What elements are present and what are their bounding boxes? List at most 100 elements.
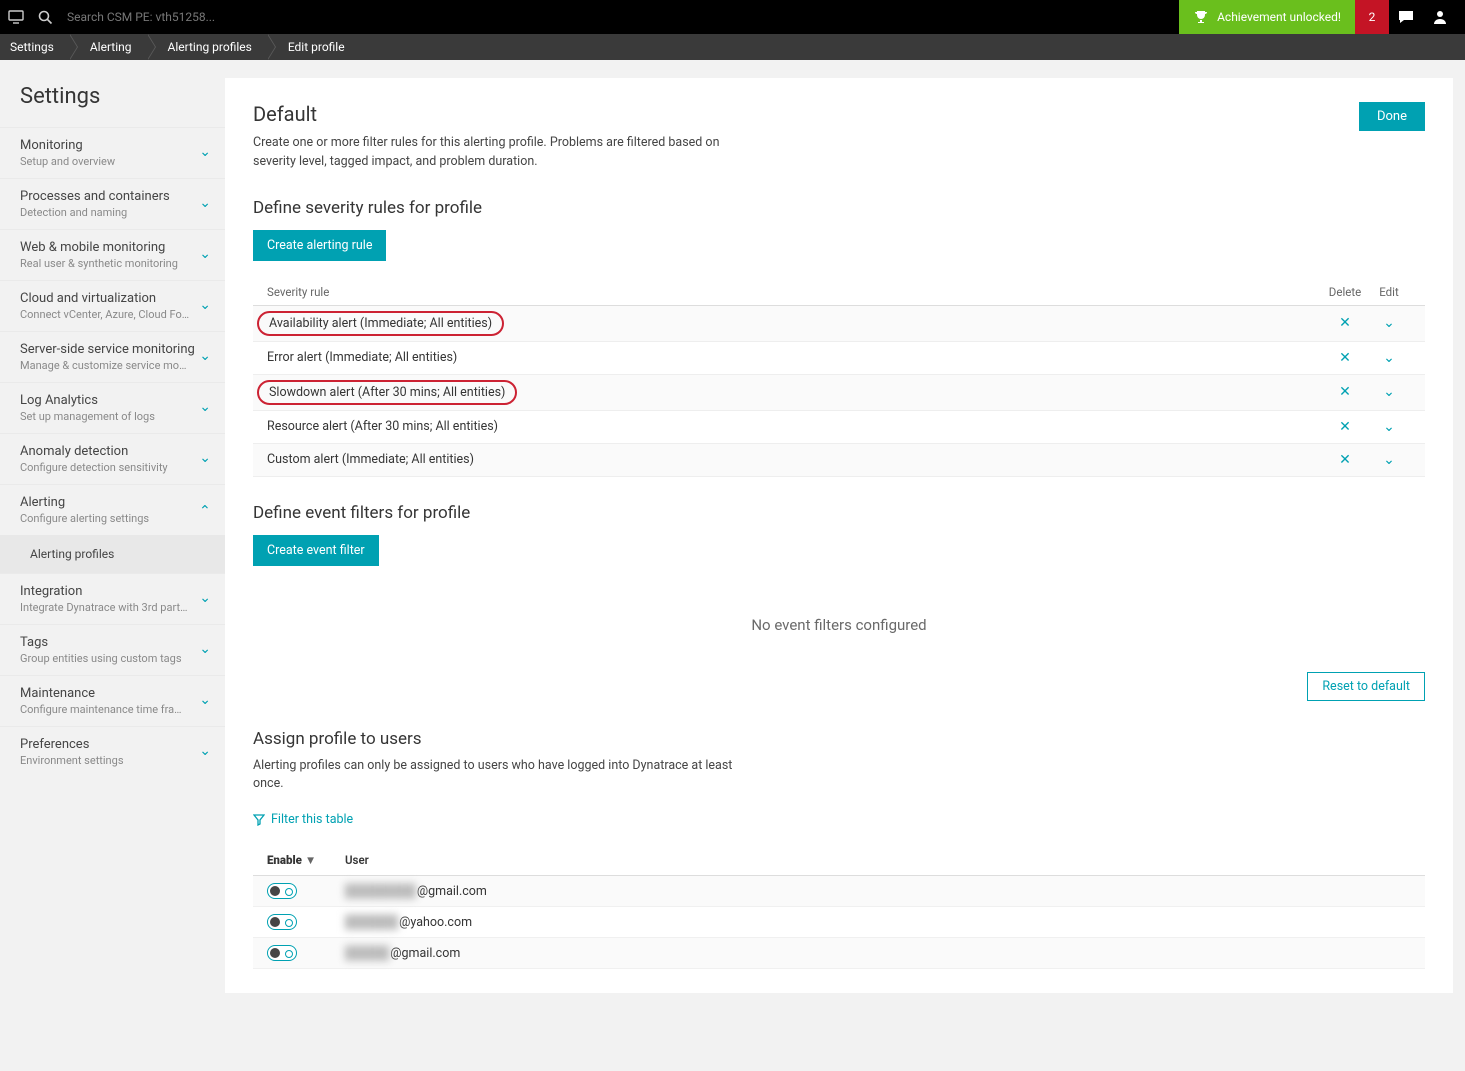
chat-icon[interactable] [1389,0,1423,34]
sidebar-item-label: Integration [20,584,190,599]
rule-text: Resource alert (After 30 mins; All entit… [267,419,1323,434]
sidebar-item-sub: Configure maintenance time frames [20,703,190,716]
enable-toggle[interactable] [267,914,297,930]
sidebar-item-preferences[interactable]: Preferences Environment settings ⌄ [0,726,225,777]
sidebar-item-maintenance[interactable]: Maintenance Configure maintenance time fr… [0,675,225,726]
user-email: █████@gmail.com [345,946,460,961]
sidebar-subitem-alerting-profiles[interactable]: Alerting profiles [0,535,225,573]
trophy-icon [1193,9,1209,25]
users-table-header: Enable ▼ User [253,845,1425,876]
expand-rule-button[interactable]: ⌄ [1367,350,1411,366]
top-bar: Search CSM PE: vth51258... Achievement u… [0,0,1465,34]
delete-rule-button[interactable]: ✕ [1323,384,1367,400]
sidebar-item-tags[interactable]: Tags Group entities using custom tags ⌄ [0,624,225,675]
expand-rule-button[interactable]: ⌄ [1367,419,1411,435]
expand-rule-button[interactable]: ⌄ [1367,315,1411,331]
sidebar-item-sub: Setup and overview [20,155,115,168]
rule-text: Custom alert (Immediate; All entities) [267,452,1323,467]
sidebar-item-monitoring[interactable]: MonitoringSetup and overview⌄ [0,127,225,178]
chevron-down-icon: ⌄ [199,641,211,657]
user-icon[interactable] [1423,0,1457,34]
severity-rule-row: Resource alert (After 30 mins; All entit… [253,411,1425,444]
severity-rule-row: Slowdown alert (After 30 mins; All entit… [253,375,1425,411]
page-description: Create one or more filter rules for this… [253,134,733,172]
sidebar-item-server-side-service-monitoring[interactable]: Server-side service monitoringManage & c… [0,331,225,382]
sidebar-item-log-analytics[interactable]: Log AnalyticsSet up management of logs⌄ [0,382,225,433]
rule-text: Error alert (Immediate; All entities) [267,350,1323,365]
col-user[interactable]: User [345,853,369,867]
sidebar-item-label: Maintenance [20,686,190,701]
done-button[interactable]: Done [1359,102,1425,131]
chevron-down-icon: ⌄ [199,246,211,262]
sidebar-item-label: Preferences [20,737,124,752]
achievement-banner[interactable]: Achievement unlocked! [1179,0,1355,34]
sidebar-item-label: Processes and containers [20,189,170,204]
assign-heading: Assign profile to users [253,729,1425,749]
severity-rule-row: Error alert (Immediate; All entities)✕⌄ [253,342,1425,375]
severity-rule-row: Custom alert (Immediate; All entities)✕⌄ [253,444,1425,477]
monitor-icon[interactable] [8,10,24,24]
enable-toggle[interactable] [267,883,297,899]
crumb-settings[interactable]: Settings [0,34,70,60]
sidebar-item-label: Server-side service monitoring [20,342,195,357]
breadcrumb: Settings Alerting Alerting profiles Edit… [0,34,1465,60]
sidebar-item-label: Web & mobile monitoring [20,240,178,255]
filter-table-link[interactable]: Filter this table [253,812,1425,827]
sidebar-item-label: Anomaly detection [20,444,168,459]
crumb-alerting-profiles[interactable]: Alerting profiles [148,34,268,60]
no-filters-message: No event filters configured [253,566,1425,664]
sidebar: Settings MonitoringSetup and overview⌄Pr… [0,60,225,1011]
user-row: ██████@yahoo.com [253,907,1425,938]
crumb-alerting[interactable]: Alerting [70,34,148,60]
main-panel: Default Create one or more filter rules … [225,78,1453,993]
assign-description: Alerting profiles can only be assigned t… [253,757,733,795]
sidebar-item-integration[interactable]: Integration Integrate Dynatrace with 3rd … [0,573,225,624]
notification-badge[interactable]: 2 [1355,0,1389,34]
col-severity-rule: Severity rule [267,285,1323,299]
severity-heading: Define severity rules for profile [253,198,1425,218]
delete-rule-button[interactable]: ✕ [1323,419,1367,435]
chevron-down-icon: ⌄ [199,195,211,211]
enable-toggle[interactable] [267,945,297,961]
chevron-down-icon: ⌄ [199,297,211,313]
sidebar-item-sub: Detection and naming [20,206,170,219]
sidebar-item-web-mobile-monitoring[interactable]: Web & mobile monitoring Real user & synth… [0,229,225,280]
sidebar-item-anomaly-detection[interactable]: Anomaly detectionConfigure detection sen… [0,433,225,484]
reset-to-default-button[interactable]: Reset to default [1307,672,1425,701]
sidebar-item-label: Cloud and virtualization [20,291,190,306]
chevron-down-icon: ⌄ [199,590,211,606]
delete-rule-button[interactable]: ✕ [1323,350,1367,366]
chevron-down-icon: ⌄ [199,692,211,708]
user-row: █████@gmail.com [253,938,1425,969]
user-email: ████████@gmail.com [345,884,487,899]
chevron-down-icon: ⌄ [199,743,211,759]
expand-rule-button[interactable]: ⌄ [1367,384,1411,400]
sidebar-item-processes-and-containers[interactable]: Processes and containers Detection and na… [0,178,225,229]
sidebar-item-alerting[interactable]: AlertingConfigure alerting settings⌄ [0,484,225,535]
expand-rule-button[interactable]: ⌄ [1367,452,1411,468]
create-alerting-rule-button[interactable]: Create alerting rule [253,230,386,261]
create-event-filter-button[interactable]: Create event filter [253,535,379,566]
sidebar-item-label: Tags [20,635,182,650]
sidebar-item-sub: Group entities using custom tags [20,652,182,665]
col-enable[interactable]: Enable ▼ [267,853,345,867]
search-icon[interactable] [38,10,53,25]
sidebar-item-sub: Real user & synthetic monitoring [20,257,178,270]
sidebar-item-label: Log Analytics [20,393,155,408]
chevron-down-icon: ⌄ [199,348,211,364]
sidebar-item-sub: Integrate Dynatrace with 3rd party syste… [20,601,190,614]
sidebar-title: Settings [0,84,225,127]
severity-rule-row: Availability alert (Immediate; All entit… [253,306,1425,342]
chevron-down-icon: ⌄ [199,450,211,466]
search-input[interactable]: Search CSM PE: vth51258... [67,10,215,24]
chevron-down-icon: ⌄ [199,144,211,160]
sidebar-item-sub: Environment settings [20,754,124,767]
filter-table-label: Filter this table [271,812,353,827]
user-row: ████████@gmail.com [253,876,1425,907]
delete-rule-button[interactable]: ✕ [1323,315,1367,331]
chevron-down-icon: ⌄ [199,399,211,415]
crumb-edit-profile[interactable]: Edit profile [268,34,361,60]
delete-rule-button[interactable]: ✕ [1323,452,1367,468]
page-title: Default [253,102,733,126]
sidebar-item-cloud-and-virtualization[interactable]: Cloud and virtualizationConnect vCenter,… [0,280,225,331]
